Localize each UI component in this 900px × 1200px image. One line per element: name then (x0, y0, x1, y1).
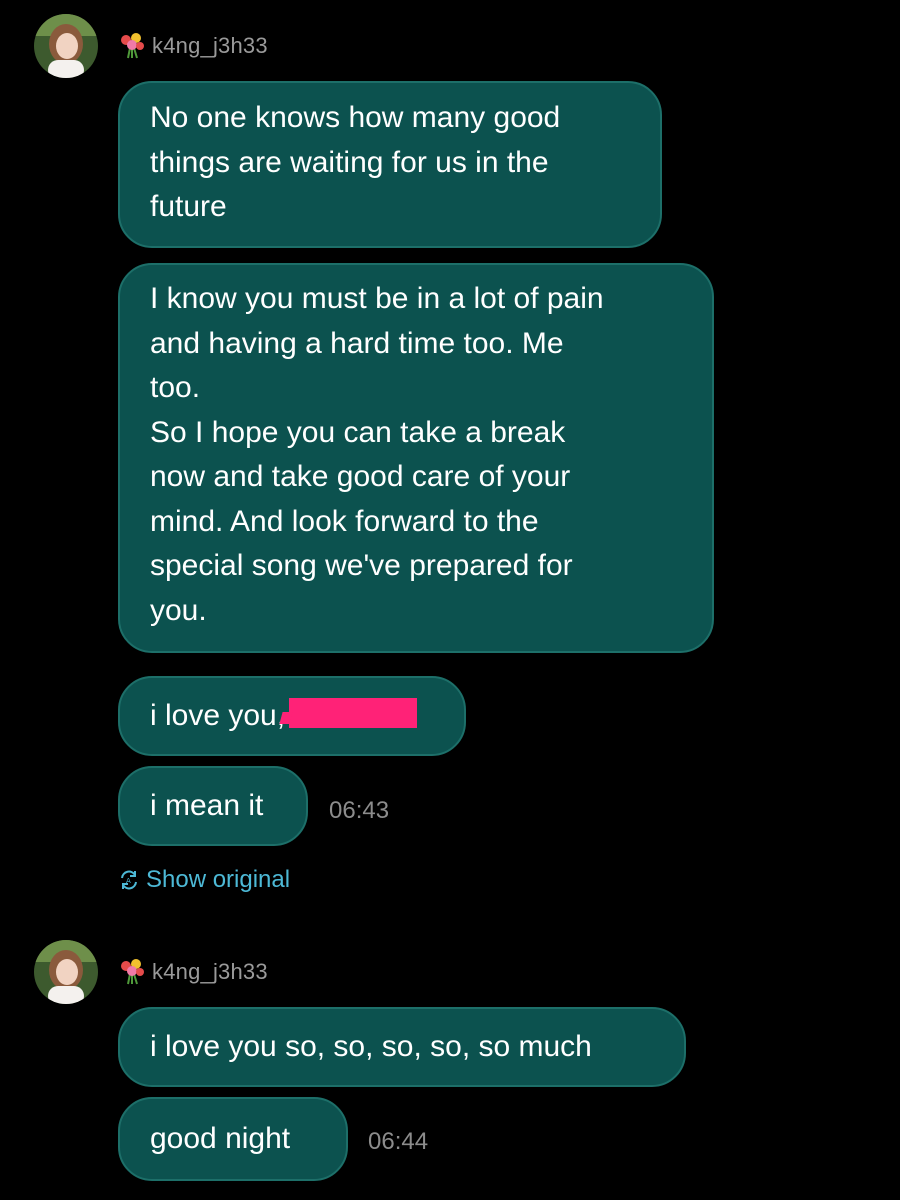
message-text: i love you, (150, 699, 286, 732)
message-text: future (150, 190, 227, 223)
message-bubble[interactable]: i love you so, so, so, so, so much (118, 1007, 686, 1087)
message-text: and having a hard time too. Me (150, 326, 564, 360)
flower-bouquet-icon (118, 958, 146, 986)
redaction-mark (279, 698, 418, 728)
message-bubble[interactable]: i mean it (118, 766, 308, 846)
message-bubble[interactable]: i love you, (118, 676, 466, 756)
message-text: mind. And look forward to the (150, 504, 539, 538)
message-text: good night (150, 1122, 291, 1155)
message-text: i love you so, so, so, so, so much (150, 1030, 592, 1063)
message-bubble[interactable]: I know you must be in a lot of pain and … (118, 263, 714, 653)
message-bubble[interactable]: good night (118, 1097, 348, 1181)
show-original-link[interactable]: A Show original (118, 866, 290, 894)
message-text: I know you must be in a lot of pain (150, 282, 604, 315)
message-bubble[interactable]: No one knows how many good things are wa… (118, 81, 662, 248)
message-text: now and take good care of your (150, 460, 571, 493)
message-text: No one knows how many good (150, 101, 561, 134)
sender-header: k4ng_j3h33 (118, 31, 268, 61)
message-text: too. (150, 371, 201, 404)
flower-bouquet-icon (118, 32, 146, 60)
svg-text:A: A (126, 877, 131, 885)
message-timestamp: 06:43 (329, 797, 390, 824)
message-text: things are waiting for us in the (150, 145, 549, 179)
sender-avatar[interactable] (34, 14, 98, 78)
sender-name: k4ng_j3h33 (152, 959, 268, 984)
message-text: i mean it (150, 789, 264, 822)
message-text: special song we've prepared for (150, 549, 573, 582)
sender-avatar[interactable] (34, 940, 98, 1004)
translate-icon: A (118, 869, 140, 891)
show-original-label: Show original (146, 866, 291, 893)
sender-name: k4ng_j3h33 (152, 33, 268, 58)
message-timestamp: 06:44 (368, 1128, 429, 1155)
sender-header: k4ng_j3h33 (118, 957, 268, 987)
message-text: So I hope you can take a break (150, 415, 566, 449)
message-text: you. (150, 593, 207, 627)
